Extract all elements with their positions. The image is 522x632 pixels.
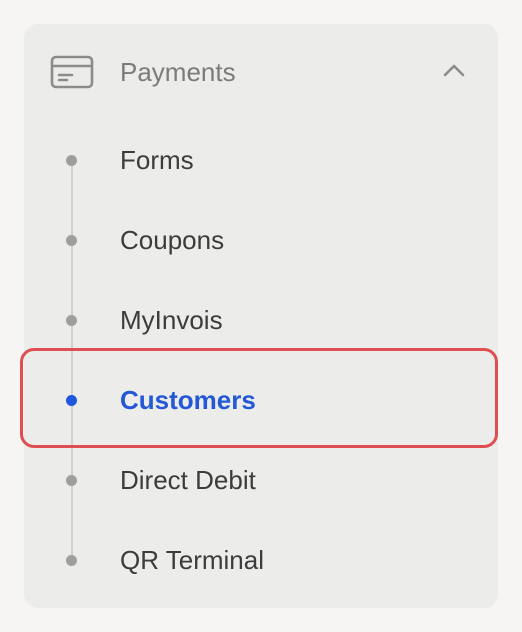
nav-item-qr-terminal[interactable]: QR Terminal	[24, 532, 498, 588]
payments-nav-panel: Payments Forms Coupons MyInvois Customer…	[24, 24, 498, 608]
nav-item-label: Direct Debit	[120, 465, 256, 495]
nav-bullet-icon	[66, 315, 77, 326]
nav-bullet-icon	[66, 555, 77, 566]
nav-bullet-icon	[66, 395, 77, 406]
nav-item-label: MyInvois	[120, 305, 223, 335]
nav-bullet-icon	[66, 235, 77, 246]
payments-section-title: Payments	[120, 57, 236, 87]
nav-item-label: Forms	[120, 145, 194, 175]
nav-bullet-icon	[66, 155, 77, 166]
nav-item-label: Coupons	[120, 225, 225, 255]
nav-item-myinvois[interactable]: MyInvois	[24, 292, 498, 348]
nav-item-customers[interactable]: Customers	[24, 372, 498, 428]
nav-item-direct-debit[interactable]: Direct Debit	[24, 452, 498, 508]
payments-section-header[interactable]: Payments	[24, 24, 498, 120]
nav-bullet-icon	[66, 475, 77, 486]
nav-item-label: Customers	[120, 385, 256, 415]
credit-card-icon	[50, 55, 94, 89]
nav-item-forms[interactable]: Forms	[24, 132, 498, 188]
chevron-up-icon[interactable]	[440, 60, 468, 80]
nav-item-coupons[interactable]: Coupons	[24, 212, 498, 268]
nav-item-label: QR Terminal	[120, 545, 265, 575]
